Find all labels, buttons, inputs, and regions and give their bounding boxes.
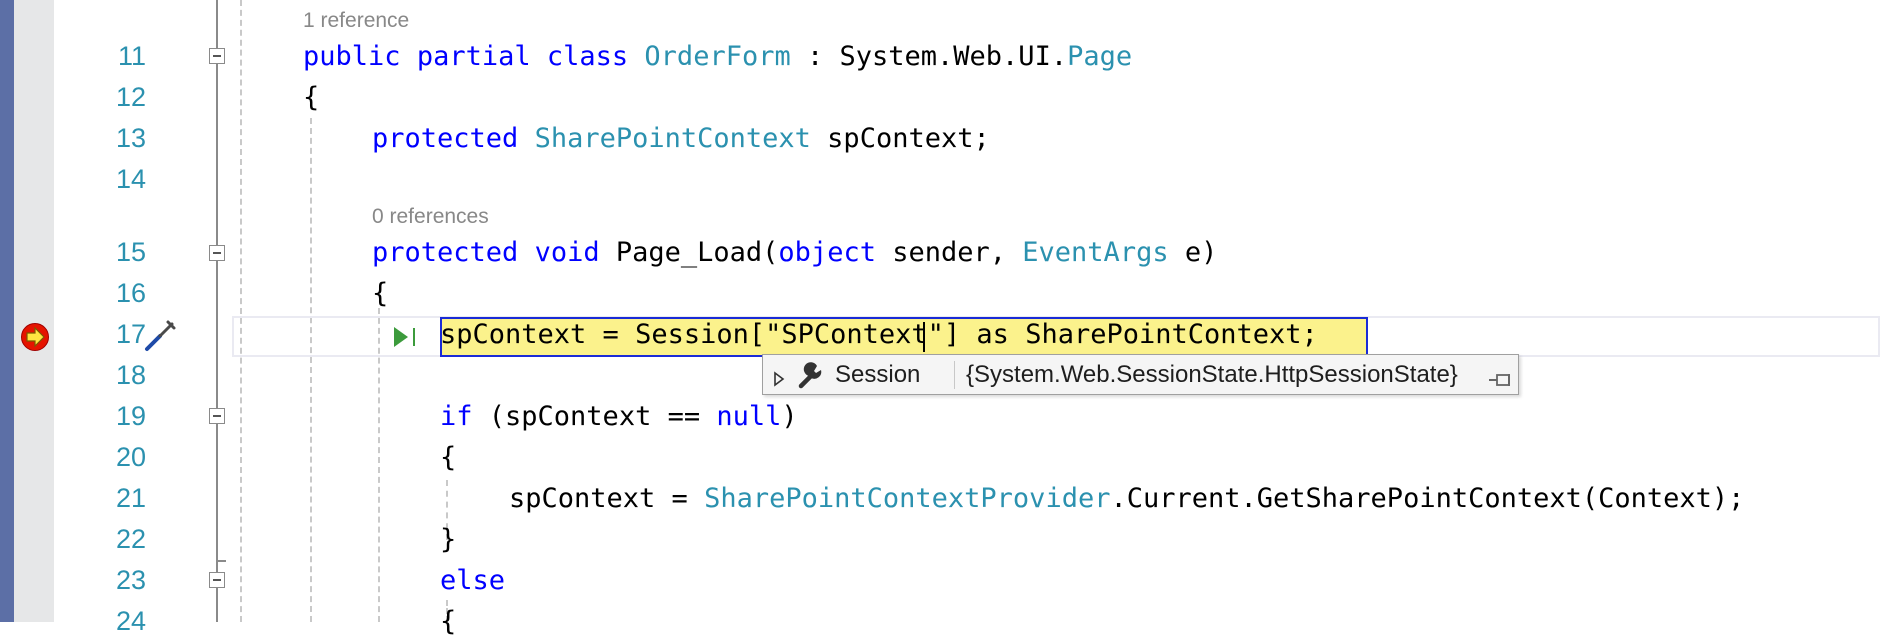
- code-line[interactable]: 16 {: [0, 273, 1880, 314]
- code-token: spContext =: [509, 483, 705, 514]
- code-line[interactable]: 23 else: [0, 560, 1880, 601]
- type-token: OrderForm: [644, 41, 791, 72]
- code-line[interactable]: 14: [0, 159, 1880, 200]
- code-token: spContext;: [810, 123, 990, 154]
- keyword-token: partial: [416, 41, 531, 72]
- line-number: 23: [115, 565, 146, 595]
- keyword-token: class: [546, 41, 629, 72]
- code-token: {: [303, 82, 320, 113]
- datatip[interactable]: Session {System.Web.SessionState.HttpSes…: [762, 354, 1519, 395]
- line-number: 21: [115, 483, 146, 513]
- code-line[interactable]: 17 spContext = Session["SPContext"] as Sh…: [0, 314, 1880, 355]
- code-token: sender,: [875, 237, 1023, 268]
- code-line[interactable]: 21 spContext = SharePointContextProvider.…: [0, 478, 1880, 519]
- codelens-references[interactable]: 1 reference: [303, 6, 409, 36]
- code-line[interactable]: 15 protected void Page_Load(object sender…: [0, 232, 1880, 273]
- code-text[interactable]: spContext = Session["SPContext"] as Shar…: [440, 314, 1318, 355]
- line-number: 19: [115, 401, 146, 431]
- datatip-name: Session: [835, 361, 921, 388]
- code-text[interactable]: {: [372, 273, 388, 314]
- line-number: 20: [115, 442, 146, 472]
- code-text[interactable]: {: [440, 437, 456, 478]
- code-token: Page_Load(: [599, 237, 779, 268]
- code-text[interactable]: protected SharePointContext spContext;: [372, 118, 990, 159]
- keyword-token: public: [303, 41, 401, 72]
- code-token: {: [440, 442, 457, 473]
- wrench-icon: [797, 362, 825, 397]
- line-number: 22: [115, 524, 146, 554]
- expand-triangle-icon[interactable]: [773, 366, 785, 394]
- code-text[interactable]: }: [440, 519, 456, 560]
- code-line[interactable]: 12 {: [0, 77, 1880, 118]
- keyword-token: protected: [372, 123, 519, 154]
- line-number: 13: [115, 123, 146, 153]
- code-token: ): [781, 401, 798, 432]
- code-text[interactable]: public partial class OrderForm : System.…: [303, 36, 1132, 77]
- code-text[interactable]: protected void Page_Load(object sender, …: [372, 232, 1217, 273]
- code-line[interactable]: 19 if (spContext == null): [0, 396, 1880, 437]
- type-token: SharePointContext: [534, 123, 811, 154]
- code-line[interactable]: 11 public partial class OrderForm : Syste…: [0, 36, 1880, 77]
- code-token: }: [440, 524, 457, 555]
- line-number: 18: [115, 360, 146, 390]
- line-number: 15: [115, 237, 146, 267]
- line-number: 17: [115, 319, 146, 349]
- type-token: Page: [1067, 41, 1133, 72]
- line-number: 14: [115, 164, 146, 194]
- line-number: 12: [115, 82, 146, 112]
- code-text[interactable]: if (spContext == null): [440, 396, 798, 437]
- code-text[interactable]: {: [303, 77, 319, 118]
- code-token: : System.Web.UI.: [790, 41, 1068, 72]
- code-line[interactable]: 13 protected SharePointContext spContext;: [0, 118, 1880, 159]
- code-text[interactable]: else: [440, 560, 505, 601]
- code-token: .Current.GetSharePointContext(Context);: [1110, 483, 1745, 514]
- type-token: SharePointContextProvider: [704, 483, 1111, 514]
- codelens-references[interactable]: 0 references: [372, 202, 489, 232]
- keyword-token: object: [778, 237, 876, 268]
- keyword-token: protected: [372, 237, 519, 268]
- keyword-token: null: [716, 401, 782, 432]
- datatip-separator: [954, 361, 955, 389]
- line-number: 11: [117, 41, 146, 71]
- code-token: e): [1168, 237, 1218, 268]
- code-token: spContext = Session["SPContext"] as Shar…: [440, 319, 1318, 350]
- code-line[interactable]: 22}: [0, 519, 1880, 560]
- pin-icon[interactable]: [1488, 367, 1514, 395]
- keyword-token: if: [440, 401, 473, 432]
- code-token: (spContext ==: [472, 401, 717, 432]
- type-token: EventArgs: [1022, 237, 1169, 268]
- code-token: {: [372, 278, 389, 309]
- line-number: 16: [115, 278, 146, 308]
- keyword-token: void: [534, 237, 600, 268]
- code-text[interactable]: spContext = SharePointContextProvider.Cu…: [509, 478, 1744, 519]
- datatip-value[interactable]: {System.Web.SessionState.HttpSessionStat…: [966, 361, 1458, 389]
- keyword-token: else: [440, 565, 506, 596]
- code-line[interactable]: 20 {: [0, 437, 1880, 478]
